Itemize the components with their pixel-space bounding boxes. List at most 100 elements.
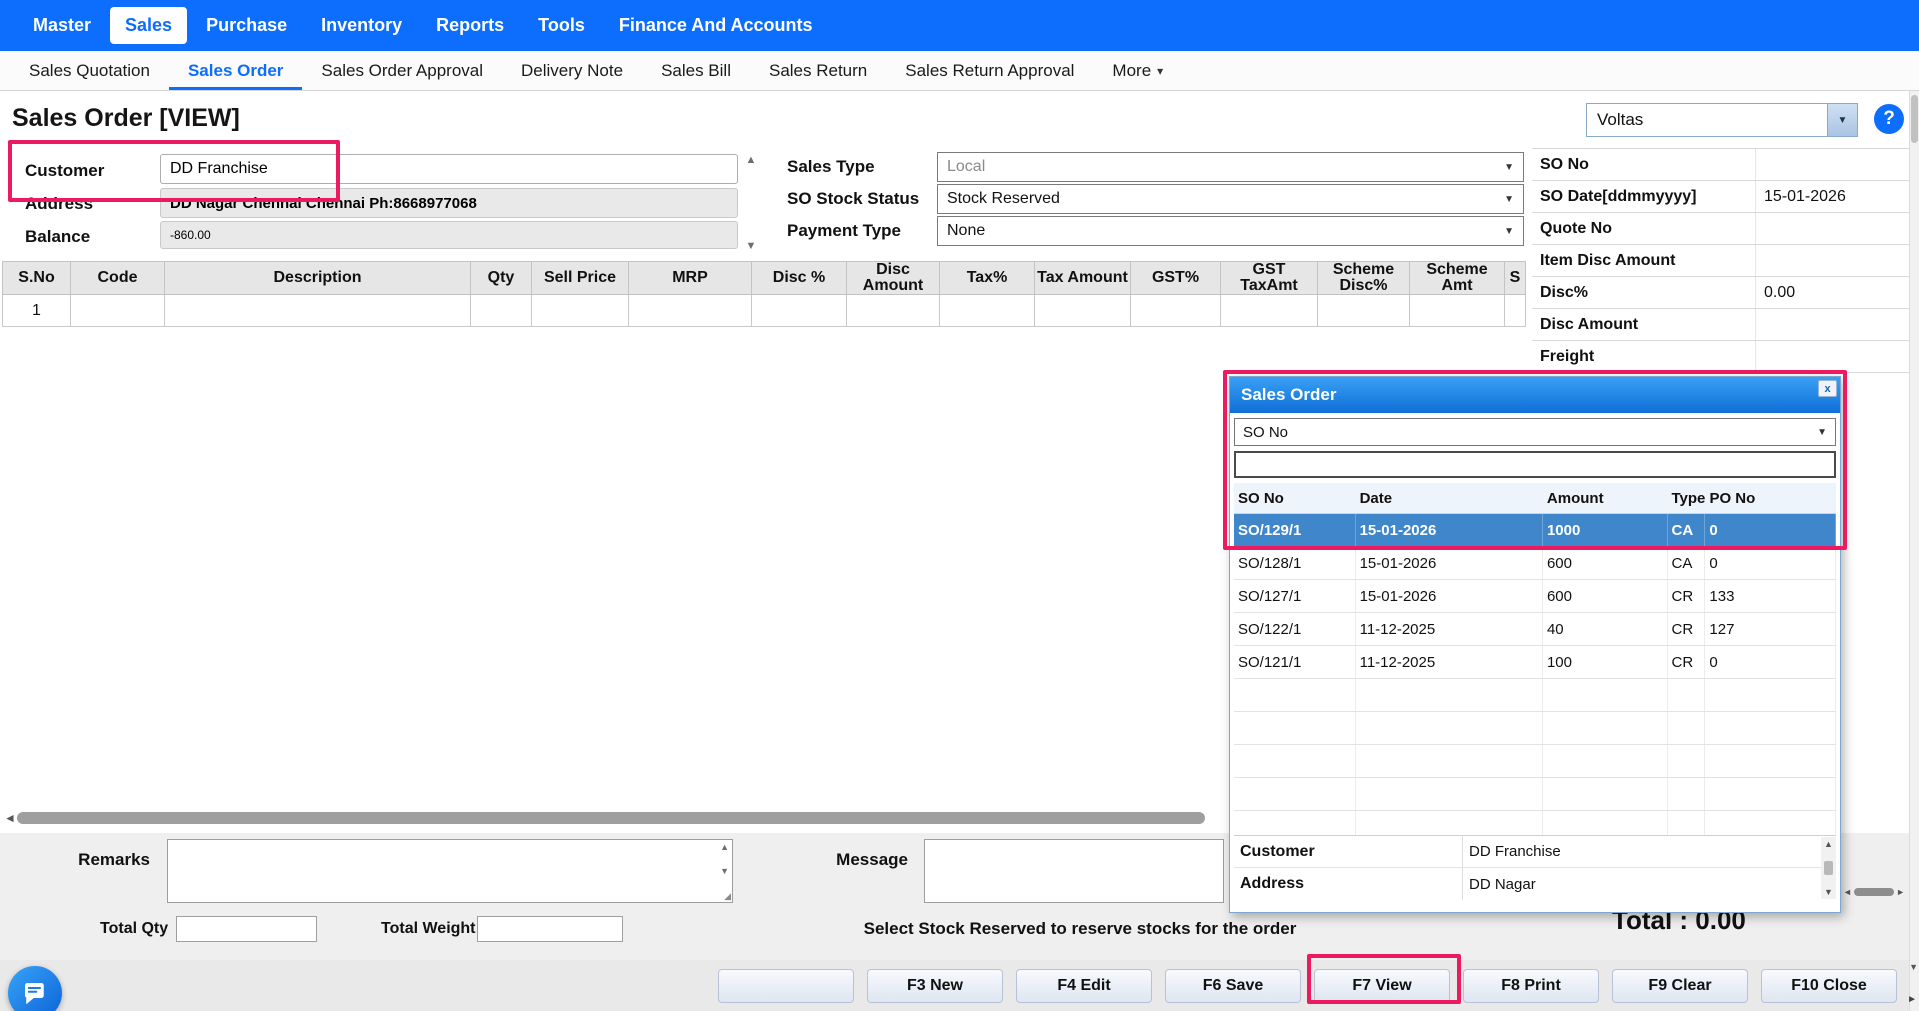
popup-cell[interactable]: SO/129/1 xyxy=(1234,514,1356,546)
close-icon[interactable]: x xyxy=(1818,380,1837,397)
summary-value[interactable]: 0.00 xyxy=(1756,277,1909,308)
popup-cell[interactable]: 600 xyxy=(1543,547,1668,579)
summary-value[interactable] xyxy=(1756,341,1909,372)
items-cell[interactable] xyxy=(847,295,940,327)
popup-cell[interactable]: SO/122/1 xyxy=(1234,613,1356,645)
tab-sales-order-approval[interactable]: Sales Order Approval xyxy=(302,51,502,90)
customer-input[interactable] xyxy=(160,154,738,184)
summary-value[interactable] xyxy=(1756,213,1909,244)
scroll-up-icon[interactable]: ▲ xyxy=(720,842,729,852)
nav-item-finance-and-accounts[interactable]: Finance And Accounts xyxy=(604,7,828,44)
scroll-left-icon[interactable]: ◄ xyxy=(1843,887,1852,897)
total-weight-input[interactable] xyxy=(477,916,623,942)
items-cell[interactable] xyxy=(752,295,847,327)
button-f7-view[interactable]: F7 View xyxy=(1314,969,1450,1003)
items-cell[interactable] xyxy=(165,295,471,327)
nav-item-tools[interactable]: Tools xyxy=(523,7,600,44)
sales-type-select[interactable]: Local▼ xyxy=(937,152,1524,182)
popup-cell[interactable]: 40 xyxy=(1543,613,1668,645)
scroll-right-icon[interactable]: ► xyxy=(1907,994,1917,1005)
nav-item-inventory[interactable]: Inventory xyxy=(306,7,417,44)
items-cell[interactable] xyxy=(940,295,1035,327)
summary-value[interactable] xyxy=(1756,309,1909,340)
items-cell[interactable] xyxy=(1410,295,1505,327)
button-f9-clear[interactable]: F9 Clear xyxy=(1612,969,1748,1003)
summary-value[interactable] xyxy=(1756,149,1909,180)
popup-cell[interactable]: 15-01-2026 xyxy=(1356,514,1543,546)
items-cell[interactable] xyxy=(1505,295,1526,327)
items-cell[interactable]: 1 xyxy=(2,295,71,327)
scroll-up-icon[interactable]: ▲ xyxy=(1824,839,1833,849)
nav-item-purchase[interactable]: Purchase xyxy=(191,7,302,44)
popup-cell[interactable]: 0 xyxy=(1705,514,1836,546)
tab-delivery-note[interactable]: Delivery Note xyxy=(502,51,642,90)
popup-cell[interactable]: 600 xyxy=(1543,580,1668,612)
scroll-down-icon[interactable]: ▼ xyxy=(746,240,757,252)
popup-cell[interactable]: 0 xyxy=(1705,646,1836,678)
button-f10-close[interactable]: F10 Close xyxy=(1761,969,1897,1003)
payment-type-select[interactable]: None▼ xyxy=(937,216,1524,246)
popup-cell[interactable]: 15-01-2026 xyxy=(1356,547,1543,579)
popup-cell[interactable]: CA xyxy=(1668,547,1706,579)
popup-footer-scrollbar[interactable]: ▲ ▼ xyxy=(1821,837,1836,899)
horizontal-scrollbar-thumb[interactable] xyxy=(17,812,1205,824)
scrollbar-thumb[interactable] xyxy=(1854,888,1894,896)
items-cell[interactable] xyxy=(1318,295,1410,327)
so-stock-status-select[interactable]: Stock Reserved▼ xyxy=(937,184,1524,214)
popup-empty-row[interactable] xyxy=(1234,778,1836,811)
address-input[interactable] xyxy=(160,188,738,218)
scrollbar-thumb[interactable] xyxy=(1911,95,1918,143)
balance-input[interactable] xyxy=(160,221,738,249)
scrollbar-thumb[interactable] xyxy=(1824,861,1833,875)
blank-button[interactable] xyxy=(718,969,854,1003)
customer-panel-scrollbar[interactable]: ▲ ▼ xyxy=(744,154,758,252)
popup-cell[interactable]: SO/127/1 xyxy=(1234,580,1356,612)
popup-row-so-122-1[interactable]: SO/122/111-12-202540CR127 xyxy=(1234,613,1836,646)
popup-empty-row[interactable] xyxy=(1234,679,1836,712)
tab-sales-order[interactable]: Sales Order xyxy=(169,51,302,90)
popup-cell[interactable]: CA xyxy=(1668,514,1706,546)
summary-value[interactable]: 15-01-2026 xyxy=(1756,181,1909,212)
popup-cell[interactable]: 133 xyxy=(1705,580,1836,612)
nav-item-reports[interactable]: Reports xyxy=(421,7,519,44)
total-qty-input[interactable] xyxy=(176,916,317,942)
scroll-down-icon[interactable]: ▼ xyxy=(720,866,729,876)
popup-row-so-129-1[interactable]: SO/129/115-01-20261000CA0 xyxy=(1234,514,1836,547)
button-f4-edit[interactable]: F4 Edit xyxy=(1016,969,1152,1003)
scroll-up-icon[interactable]: ▲ xyxy=(746,154,757,166)
popup-row-so-121-1[interactable]: SO/121/111-12-2025100CR0 xyxy=(1234,646,1836,679)
chat-widget-button[interactable] xyxy=(8,966,62,1011)
popup-cell[interactable]: 15-01-2026 xyxy=(1356,580,1543,612)
button-f3-new[interactable]: F3 New xyxy=(867,969,1003,1003)
tab-sales-quotation[interactable]: Sales Quotation xyxy=(10,51,169,90)
items-cell[interactable] xyxy=(532,295,629,327)
popup-cell[interactable]: SO/121/1 xyxy=(1234,646,1356,678)
page-vertical-scrollbar[interactable] xyxy=(1909,91,1919,1011)
items-cell[interactable] xyxy=(71,295,165,327)
popup-cell[interactable]: 1000 xyxy=(1543,514,1668,546)
scroll-left-icon[interactable]: ◄ xyxy=(4,811,16,825)
scroll-right-icon[interactable]: ► xyxy=(1896,887,1905,897)
scroll-down-icon[interactable]: ▼ xyxy=(1824,887,1833,897)
popup-empty-row[interactable] xyxy=(1234,745,1836,778)
popup-filter-select[interactable]: SO No ▼ xyxy=(1234,418,1836,446)
items-row[interactable]: 1 xyxy=(2,295,1526,327)
chevron-down-icon[interactable]: ▼ xyxy=(1827,104,1857,136)
popup-cell[interactable]: CR xyxy=(1668,580,1706,612)
button-f6-save[interactable]: F6 Save xyxy=(1165,969,1301,1003)
company-select[interactable]: Voltas ▼ xyxy=(1586,103,1858,137)
popup-row-so-128-1[interactable]: SO/128/115-01-2026600CA0 xyxy=(1234,547,1836,580)
popup-search-input[interactable] xyxy=(1234,451,1836,478)
nav-item-sales[interactable]: Sales xyxy=(110,7,187,44)
popup-cell[interactable]: 11-12-2025 xyxy=(1356,613,1543,645)
scroll-down-icon[interactable]: ▼ xyxy=(1909,962,1918,972)
items-cell[interactable] xyxy=(1035,295,1131,327)
popup-cell[interactable]: SO/128/1 xyxy=(1234,547,1356,579)
tab-sales-return-approval[interactable]: Sales Return Approval xyxy=(886,51,1093,90)
message-textarea[interactable] xyxy=(925,840,1223,902)
popup-cell[interactable]: CR xyxy=(1668,613,1706,645)
popup-cell[interactable]: 0 xyxy=(1705,547,1836,579)
items-cell[interactable] xyxy=(629,295,752,327)
remarks-textarea[interactable] xyxy=(168,840,732,902)
summary-value[interactable] xyxy=(1756,245,1909,276)
